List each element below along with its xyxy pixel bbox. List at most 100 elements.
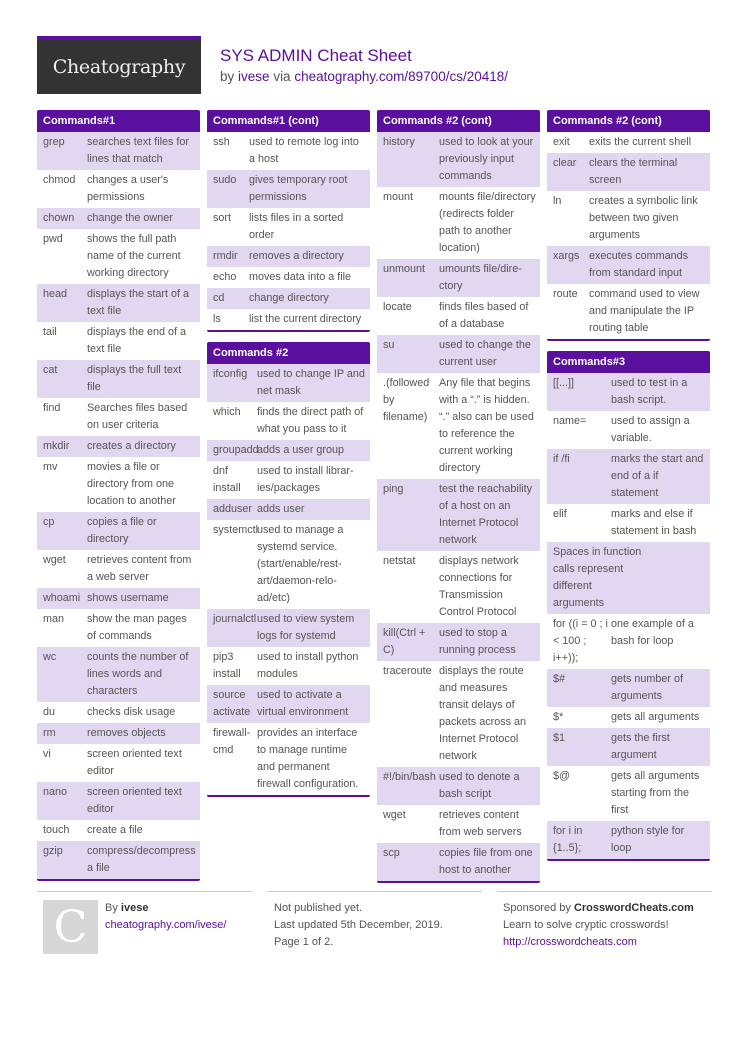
table-row: $@ gets all arguments starting from the f… xyxy=(547,766,710,821)
table-row: systemctl used to manage a systemd servic… xyxy=(207,520,370,609)
table-row: ls list the current directory xyxy=(207,309,370,330)
command-name: name= xyxy=(553,415,587,427)
table-row: find Searches files based on user criteri… xyxy=(37,398,200,436)
command-description: removes objects xyxy=(87,727,166,739)
block-header: Commands#3 xyxy=(547,351,710,373)
command-description: used to assign a variable. xyxy=(611,415,690,444)
command-description: moves data into a file xyxy=(249,271,352,283)
sponsor-link[interactable]: http://crosswordcheats.com xyxy=(503,936,637,948)
publish-status: Not published yet. xyxy=(274,902,363,914)
table-row: exit exits the current shell xyxy=(547,132,710,153)
author-avatar[interactable]: C xyxy=(43,900,98,954)
command-name: groupadd xyxy=(213,444,259,456)
table-row: ifconfig used to change IP and net mask xyxy=(207,364,370,402)
footer-author: By ivese cheatography.com/ivese/ xyxy=(105,900,226,934)
block-commands1: Commands#1 grep searches text files for li… xyxy=(37,110,200,881)
command-name: ifconfig xyxy=(213,368,248,380)
command-name: head xyxy=(43,288,68,300)
command-name: touch xyxy=(43,824,70,836)
command-description: retrieves content from a web server xyxy=(87,554,192,583)
command-name: elif xyxy=(553,508,567,520)
author-link[interactable]: ivese xyxy=(238,69,270,84)
sheet-url-link[interactable]: cheatography.com/89700/cs/20418/ xyxy=(294,69,508,84)
command-description: show the man pages of commands xyxy=(87,613,187,642)
command-description: gives temporary root permissions xyxy=(249,174,348,203)
command-description: adds a user group xyxy=(257,444,345,456)
command-description: used to install python modules xyxy=(257,651,359,680)
command-description: exits the current shell xyxy=(589,136,692,148)
table-row: wget retrieves content from web servers xyxy=(377,805,540,843)
block-header: Commands #2 (cont) xyxy=(377,110,540,132)
table-row: wc counts the number of lines words and c… xyxy=(37,647,200,702)
command-name: for ((i = 0 ; i < 100 ; i++)); xyxy=(553,618,608,664)
command-name: man xyxy=(43,613,65,625)
command-description: umounts file/dire­ctory xyxy=(439,263,522,292)
command-name: [[...]] xyxy=(553,377,574,389)
table-row: mv movies a file or directory from one lo… xyxy=(37,457,200,512)
by-prefix: by xyxy=(220,69,235,84)
table-row: scp copies file from one host to another xyxy=(377,843,540,881)
command-description: finds files based of of a database xyxy=(439,301,529,330)
command-name: nano xyxy=(43,786,68,798)
command-name: dnf install xyxy=(213,465,241,494)
cheatography-logo[interactable]: Cheatography xyxy=(37,36,201,94)
command-name: locate xyxy=(383,301,412,313)
byline: by ivese via cheatography.com/89700/cs/2… xyxy=(220,69,508,84)
command-description: removes a directory xyxy=(249,250,344,262)
page-number: Page 1 of 2. xyxy=(274,936,334,948)
footer-author-name: ivese xyxy=(120,902,149,914)
author-profile-link[interactable]: cheatography.com/ivese/ xyxy=(105,919,226,931)
block-header: Commands #2 (cont) xyxy=(547,110,710,132)
table-row: adduser adds user xyxy=(207,499,370,520)
command-description: displays the start of a text file xyxy=(87,288,190,317)
via-text: via xyxy=(273,69,291,84)
command-description: shows the full path name of the current … xyxy=(87,233,181,279)
command-name: if /fi xyxy=(553,453,570,465)
table-row: sudo gives temporary root permissions xyxy=(207,170,370,208)
table-row: grep searches text files for lines that m… xyxy=(37,132,200,170)
command-name: find xyxy=(43,402,61,414)
table-row: #!/bin/bash used to denote a bash script xyxy=(377,767,540,805)
command-name: sudo xyxy=(213,174,237,186)
command-name: du xyxy=(43,706,56,718)
table-row: whoami shows username xyxy=(37,588,200,609)
block-commands2-cont-b: Commands #2 (cont) exit exits the current … xyxy=(547,110,710,341)
block-header: Commands#1 (cont) xyxy=(207,110,370,132)
command-name: history xyxy=(383,136,415,148)
command-name: .(followed by filename) xyxy=(383,377,430,423)
command-name: traceroute xyxy=(383,665,432,677)
table-row: dnf install used to install librar­ies/pa… xyxy=(207,461,370,499)
command-description: changes a user's permissions xyxy=(87,174,169,203)
footer-divider xyxy=(37,891,252,892)
command-description: lists files in a sorted order xyxy=(249,212,344,241)
command-name: ssh xyxy=(213,136,230,148)
command-description: Spaces in function calls represent diffe… xyxy=(553,546,642,609)
table-row: sort lists files in a sorted order xyxy=(207,208,370,246)
command-description: searches text files for lines that match xyxy=(87,136,190,165)
command-name: journalctl xyxy=(213,613,257,625)
table-row: name= used to assign a variable. xyxy=(547,411,710,449)
table-row: route command used to view and manipulate… xyxy=(547,284,710,339)
command-description: screen oriented text editor xyxy=(87,748,182,777)
table-row: for ((i = 0 ; i < 100 ; i++)); one exampl… xyxy=(547,614,710,669)
table-row: pip3 install used to install python modul… xyxy=(207,647,370,685)
command-description: displays network connections for Transmi… xyxy=(439,555,519,618)
command-description: change directory xyxy=(249,292,329,304)
table-row: clear clears the terminal screen xyxy=(547,153,710,191)
command-description: marks the start and end of a if statemen… xyxy=(611,453,704,499)
command-description: retrieves content from web servers xyxy=(439,809,522,838)
command-name: vi xyxy=(43,748,51,760)
block-header: Commands #2 xyxy=(207,342,370,364)
avatar-letter: C xyxy=(53,901,88,953)
command-name: firewall-cmd xyxy=(213,727,251,756)
sponsor-name: CrosswordCheats.com xyxy=(573,902,694,914)
command-description: used to manage a systemd service. (start… xyxy=(257,524,344,604)
command-name: grep xyxy=(43,136,65,148)
command-name: #!/bin/bash xyxy=(383,771,436,783)
command-name: cp xyxy=(43,516,55,528)
command-description: Any file that begins with a “.” is hidde… xyxy=(439,377,534,474)
table-row: $1 gets the first argument xyxy=(547,728,710,766)
table-row: if /fi marks the start and end of a if st… xyxy=(547,449,710,504)
column-3: Commands #2 (cont) history used to look at… xyxy=(377,110,540,893)
table-row: su used to change the current user xyxy=(377,335,540,373)
